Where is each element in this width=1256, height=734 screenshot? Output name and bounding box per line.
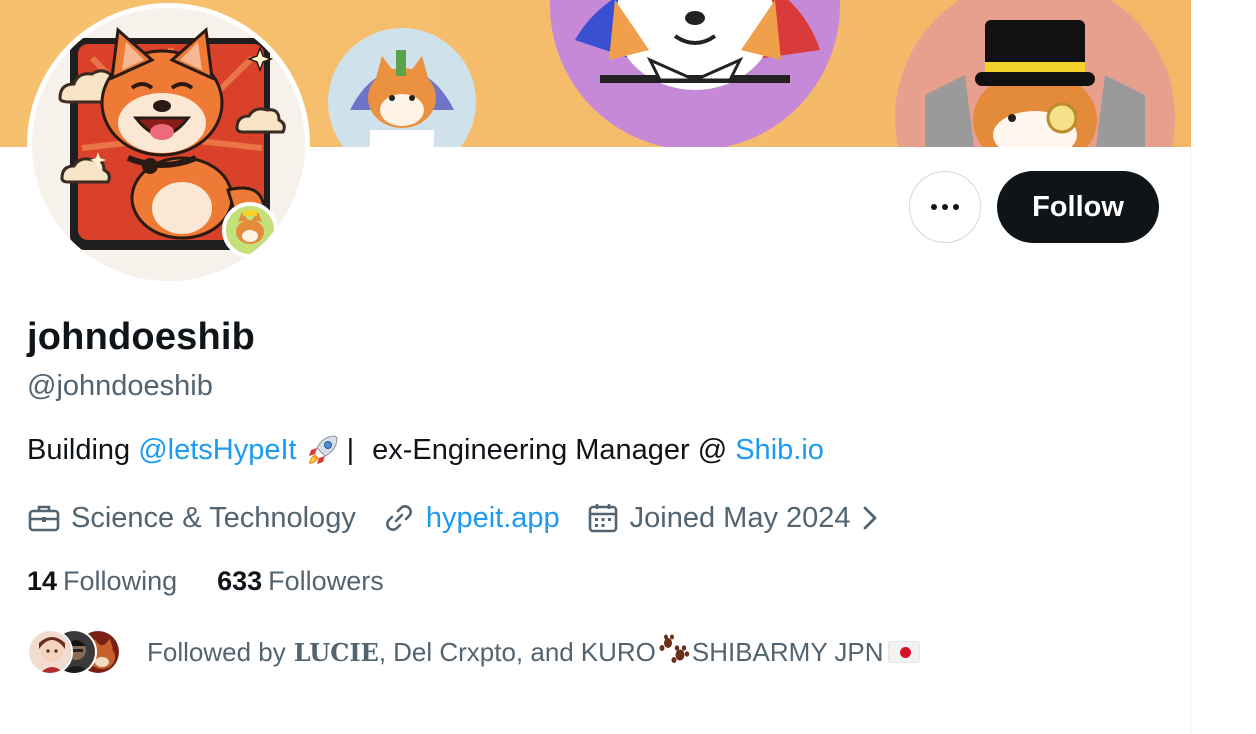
bio-prefix: Building xyxy=(27,433,131,466)
profile-meta: Science & Technology hypeit.app Joined M… xyxy=(27,498,915,538)
avatar-image xyxy=(32,8,305,281)
followed-by-sep-2: , and xyxy=(515,636,574,667)
chevron-right-icon[interactable] xyxy=(861,503,879,533)
follower-name-2: Del Crxpto xyxy=(393,636,516,667)
followed-by-sep-1: , xyxy=(378,636,387,667)
profile-column: Follow johndoeshib @johndoeshib Building… xyxy=(0,0,1191,734)
followers-stat-link[interactable]: 633 Followers xyxy=(217,566,384,597)
right-gutter xyxy=(1192,0,1256,734)
followers-label: Followers xyxy=(268,566,384,596)
follower-name-3-suffix: SHIBARMY JPN xyxy=(691,636,884,667)
avatar-artwork xyxy=(32,8,305,281)
profile-website[interactable]: hypeit.app xyxy=(382,501,560,535)
follow-button[interactable]: Follow xyxy=(997,171,1159,243)
follower-name-3-prefix: KURO xyxy=(580,636,656,667)
more-horizontal-icon xyxy=(929,204,962,210)
following-count: 14 xyxy=(27,566,58,596)
calendar-icon xyxy=(588,504,617,533)
joined-label: Joined May 2024 xyxy=(629,501,851,534)
profile-joined[interactable]: Joined May 2024 xyxy=(586,501,889,535)
category-label: Science & Technology xyxy=(71,501,356,534)
followed-by-text: Followed by LUCIE , Del Crxpto , and KUR… xyxy=(147,633,920,672)
briefcase-icon xyxy=(28,505,60,532)
profile-category: Science & Technology xyxy=(27,501,356,535)
follower-name-1: LUCIE xyxy=(293,637,379,667)
profile-avatar[interactable] xyxy=(27,3,310,286)
profile-bio: Building @letsHypeIt | ex-Engineering Ma… xyxy=(27,432,824,468)
website-link[interactable]: hypeit.app xyxy=(426,502,560,535)
profile-handle: @johndoeshib xyxy=(27,370,213,402)
following-stat-link[interactable]: 14 Following xyxy=(27,566,177,597)
more-options-button[interactable] xyxy=(909,171,981,243)
link-icon xyxy=(385,505,412,531)
profile-page: Follow johndoeshib @johndoeshib Building… xyxy=(0,0,1256,734)
followed-by-avatars xyxy=(27,629,127,675)
bio-separator: | xyxy=(346,433,355,466)
follower-avatar-1 xyxy=(27,629,73,675)
bio-middle-text: ex-Engineering Manager @ xyxy=(372,433,728,466)
rocket-emoji-icon xyxy=(305,432,341,468)
bio-shib-link[interactable]: Shib.io xyxy=(735,434,824,467)
followers-count: 633 xyxy=(217,566,263,596)
bio-mention-link[interactable]: @letsHypeIt xyxy=(138,434,296,467)
following-label: Following xyxy=(63,566,178,596)
paw-prints-icon xyxy=(658,633,690,672)
followed-by-row[interactable]: Followed by LUCIE , Del Crxpto , and KUR… xyxy=(27,628,920,676)
japan-flag-icon xyxy=(887,641,920,663)
profile-display-name: johndoeshib xyxy=(27,316,256,358)
followed-by-prefix: Followed by xyxy=(147,636,286,667)
profile-stats: 14 Following 633 Followers xyxy=(27,566,424,597)
